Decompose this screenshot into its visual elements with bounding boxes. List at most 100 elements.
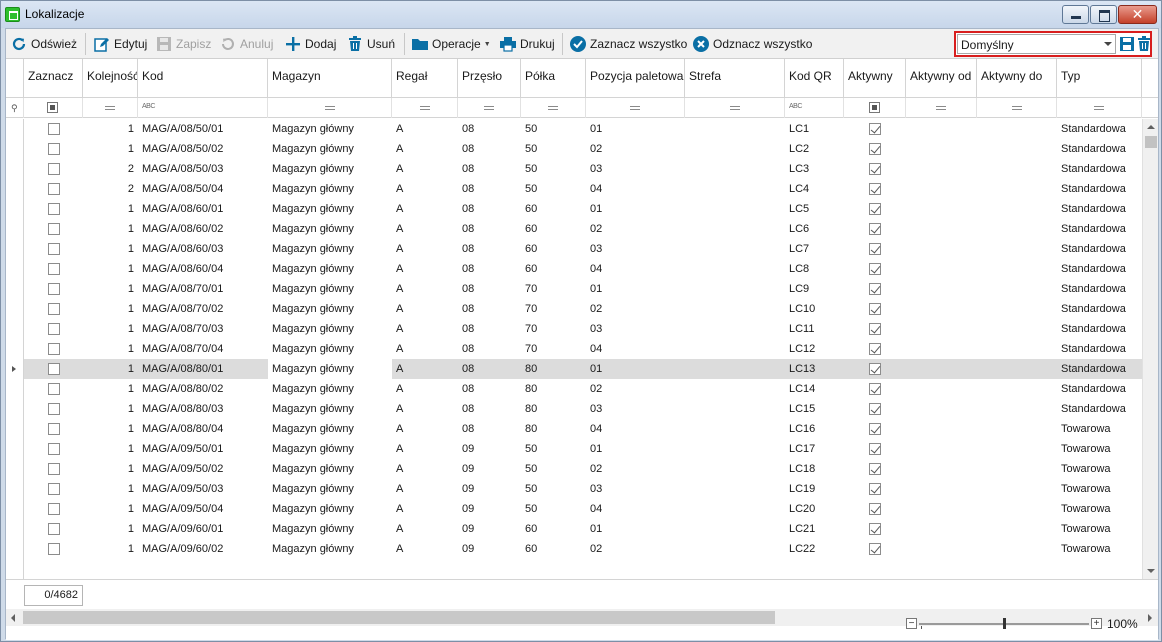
select-cell[interactable] (24, 539, 83, 559)
active-cell[interactable] (844, 439, 906, 459)
grid-cell[interactable]: 60 (521, 239, 586, 259)
grid-cell[interactable]: A (392, 119, 458, 139)
grid-cell[interactable]: A (392, 139, 458, 159)
grid-cell[interactable]: 02 (586, 299, 685, 319)
grid-cell[interactable]: 09 (458, 539, 521, 559)
active-checkbox[interactable] (869, 423, 881, 435)
maximize-button[interactable] (1090, 5, 1117, 24)
grid-cell[interactable] (906, 279, 977, 299)
active-checkbox[interactable] (869, 223, 881, 235)
table-row[interactable]: 1 MAG/A/08/60/03 Magazyn główny A 08 60 03 LC7 S… (6, 239, 1142, 259)
grid-cell[interactable]: 1 (83, 499, 138, 519)
active-cell[interactable] (844, 339, 906, 359)
grid-cell[interactable]: 08 (458, 379, 521, 399)
grid-cell[interactable]: Magazyn główny (268, 479, 392, 499)
select-checkbox[interactable] (47, 263, 60, 275)
table-row[interactable]: 1 MAG/A/08/70/02 Magazyn główny A 08 70 02 LC10… (6, 299, 1142, 319)
column-header[interactable]: Przęsło (458, 59, 521, 98)
select-checkbox[interactable] (47, 243, 60, 255)
grid-cell[interactable]: 2 (83, 159, 138, 179)
grid-cell[interactable]: A (392, 419, 458, 439)
grid-cell[interactable] (906, 519, 977, 539)
grid-cell[interactable]: LC17 (785, 439, 844, 459)
filter-cell[interactable] (906, 98, 977, 118)
grid-cell[interactable]: Standardowa (1057, 339, 1142, 359)
grid-cell[interactable]: 50 (521, 119, 586, 139)
table-row[interactable]: 1 MAG/A/08/50/02 Magazyn główny A 08 50 02 LC2 S… (6, 139, 1142, 159)
grid-cell[interactable]: 01 (586, 439, 685, 459)
grid-cell[interactable]: MAG/A/08/80/02 (138, 379, 268, 399)
grid-cell[interactable] (685, 359, 785, 379)
grid-cell[interactable]: MAG/A/08/50/02 (138, 139, 268, 159)
active-checkbox[interactable] (869, 243, 881, 255)
active-cell[interactable] (844, 259, 906, 279)
filter-pin[interactable]: ⚲ (6, 98, 24, 118)
grid-cell[interactable]: 1 (83, 439, 138, 459)
grid-cell[interactable] (906, 339, 977, 359)
grid-cell[interactable]: 1 (83, 219, 138, 239)
grid-cell[interactable]: LC20 (785, 499, 844, 519)
grid-cell[interactable]: 1 (83, 259, 138, 279)
grid-cell[interactable] (906, 319, 977, 339)
grid-cell[interactable]: 1 (83, 379, 138, 399)
select-checkbox[interactable] (47, 483, 60, 495)
active-cell[interactable] (844, 419, 906, 439)
grid-cell[interactable] (977, 199, 1057, 219)
grid-cell[interactable]: 1 (83, 319, 138, 339)
grid-cell[interactable]: 70 (521, 279, 586, 299)
grid-cell[interactable]: Towarowa (1057, 439, 1142, 459)
select-checkbox[interactable] (47, 463, 60, 475)
grid-cell[interactable]: 1 (83, 519, 138, 539)
grid-cell[interactable]: Standardowa (1057, 119, 1142, 139)
scroll-left-icon[interactable] (6, 609, 22, 626)
grid-cell[interactable] (977, 179, 1057, 199)
select-cell[interactable] (24, 359, 83, 379)
grid-cell[interactable]: Magazyn główny (268, 439, 392, 459)
grid-cell[interactable]: 08 (458, 359, 521, 379)
select-cell[interactable] (24, 319, 83, 339)
table-row[interactable]: 1 MAG/A/08/80/02 Magazyn główny A 08 80 02 LC14… (6, 379, 1142, 399)
grid-cell[interactable] (685, 499, 785, 519)
grid-cell[interactable]: 1 (83, 339, 138, 359)
select-checkbox[interactable] (47, 183, 60, 195)
grid-cell[interactable]: MAG/A/08/70/01 (138, 279, 268, 299)
filter-cell[interactable] (844, 98, 906, 118)
select-cell[interactable] (24, 159, 83, 179)
active-checkbox[interactable] (869, 303, 881, 315)
grid-cell[interactable]: LC7 (785, 239, 844, 259)
grid-cell[interactable]: 60 (521, 539, 586, 559)
grid-cell[interactable] (906, 399, 977, 419)
zoom-out-button[interactable]: − (906, 618, 917, 629)
active-cell[interactable] (844, 279, 906, 299)
grid-cell[interactable]: 80 (521, 379, 586, 399)
grid-cell[interactable]: 1 (83, 359, 138, 379)
grid-cell[interactable]: 03 (586, 479, 685, 499)
layout-save-button[interactable] (1119, 35, 1135, 53)
grid-cell[interactable]: 01 (586, 119, 685, 139)
grid-cell[interactable]: Standardowa (1057, 199, 1142, 219)
grid-cell[interactable]: 04 (586, 499, 685, 519)
grid-cell[interactable]: 03 (586, 239, 685, 259)
zoom-in-button[interactable]: + (1091, 618, 1102, 629)
active-checkbox[interactable] (869, 283, 881, 295)
active-checkbox[interactable] (869, 323, 881, 335)
grid-cell[interactable]: Standardowa (1057, 179, 1142, 199)
grid-cell[interactable]: 08 (458, 239, 521, 259)
select-cell[interactable] (24, 239, 83, 259)
grid-cell[interactable]: A (392, 219, 458, 239)
table-row[interactable]: 1 MAG/A/08/60/02 Magazyn główny A 08 60 02 LC6 S… (6, 219, 1142, 239)
grid-cell[interactable]: 70 (521, 319, 586, 339)
grid-cell[interactable] (685, 279, 785, 299)
grid-cell[interactable] (977, 219, 1057, 239)
grid-cell[interactable] (685, 319, 785, 339)
scrollbar-thumb[interactable] (23, 611, 775, 624)
grid-cell[interactable] (977, 439, 1057, 459)
grid-cell[interactable]: 2 (83, 179, 138, 199)
grid-cell[interactable]: MAG/A/08/70/03 (138, 319, 268, 339)
select-cell[interactable] (24, 119, 83, 139)
active-cell[interactable] (844, 139, 906, 159)
active-checkbox[interactable] (869, 343, 881, 355)
grid-cell[interactable]: A (392, 179, 458, 199)
active-checkbox[interactable] (869, 163, 881, 175)
grid-cell[interactable]: 03 (586, 159, 685, 179)
